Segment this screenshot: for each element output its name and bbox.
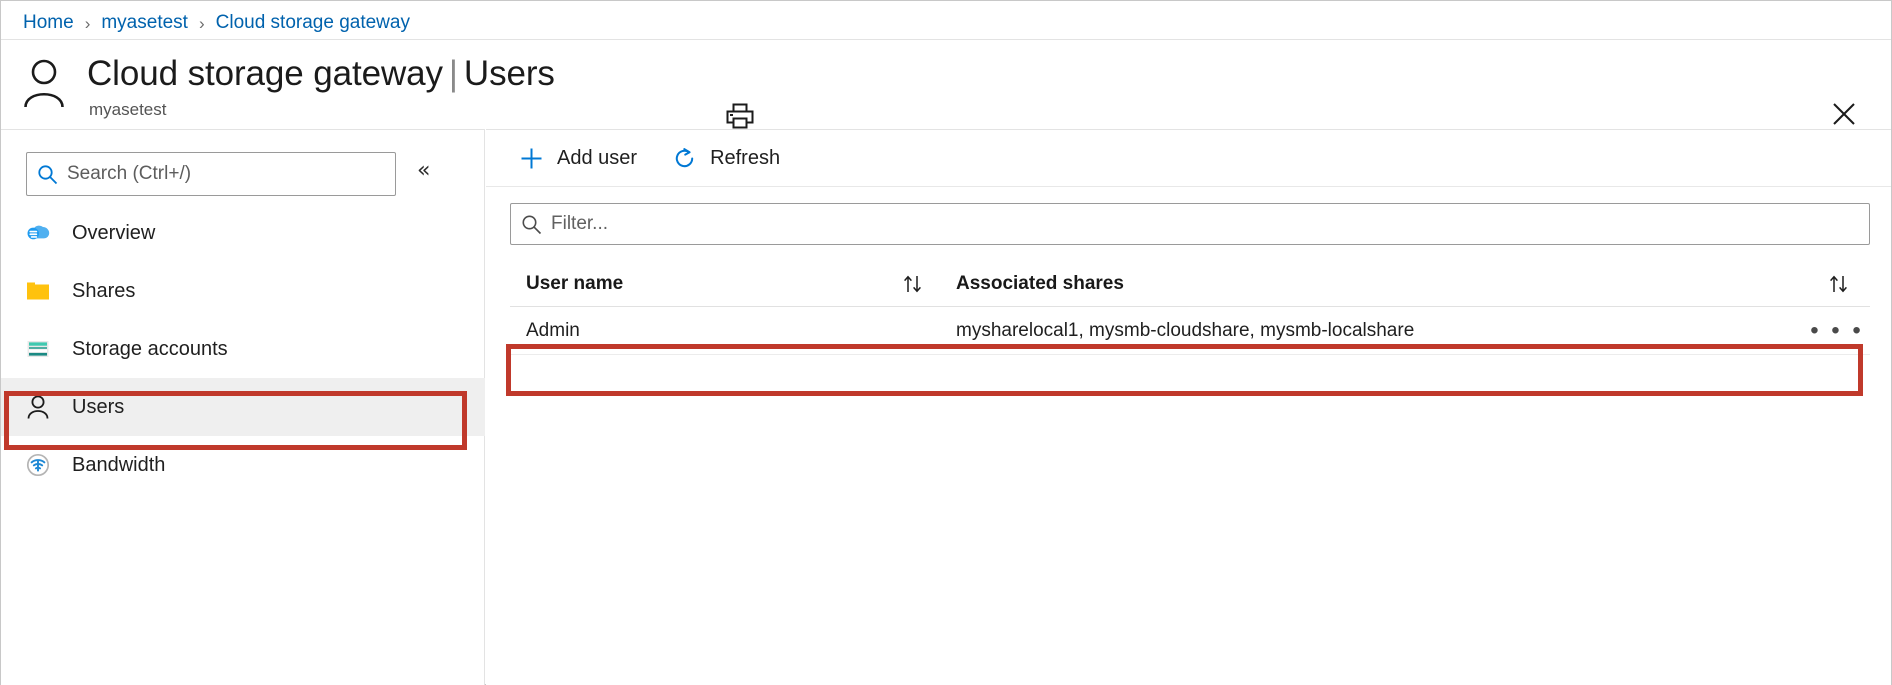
plus-icon — [518, 145, 544, 171]
sidebar-item-label: Storage accounts — [72, 337, 228, 360]
sidebar-item-users[interactable]: Users — [1, 378, 485, 436]
person-icon — [23, 392, 53, 422]
sidebar-item-storage-accounts[interactable]: Storage accounts — [1, 320, 485, 378]
breadcrumb-item-cloud-storage-gateway[interactable]: Cloud storage gateway — [216, 12, 410, 34]
sidebar-item-shares[interactable]: Shares — [1, 262, 485, 320]
sidebar-item-label: Shares — [72, 279, 136, 302]
sort-updown-icon — [900, 274, 926, 294]
users-table: User name Associated shares Admin myshar… — [510, 261, 1870, 355]
blade-header: Cloud storage gateway | Users myasetest — [1, 39, 1891, 129]
cell-associated-shares: mysharelocal1, mysmb-cloudshare, mysmb-l… — [956, 319, 1415, 341]
table-header-row: User name Associated shares — [510, 261, 1870, 307]
close-icon — [1831, 101, 1857, 132]
add-user-label: Add user — [557, 146, 638, 169]
search-icon — [521, 214, 542, 235]
command-bar: Add user Refresh — [486, 130, 1891, 187]
breadcrumb: Home › myasetest › Cloud storage gateway — [23, 7, 410, 39]
bandwidth-wifi-icon — [23, 450, 53, 480]
breadcrumb-item-myasetest[interactable]: myasetest — [101, 12, 188, 34]
sidebar-item-overview[interactable]: Overview — [1, 204, 485, 262]
sidebar-item-label: Overview — [72, 221, 156, 244]
cell-user-name: Admin — [526, 319, 580, 341]
sidebar-item-label: Users — [72, 395, 125, 418]
search-icon — [37, 164, 58, 185]
sidebar-item-label: Bandwidth — [72, 453, 166, 476]
breadcrumb-separator-icon: › — [84, 13, 91, 33]
table-row[interactable]: Admin mysharelocal1, mysmb-cloudshare, m… — [510, 307, 1870, 355]
blade-sidebar: Search (Ctrl+/) « Overview Shares Storag… — [1, 129, 485, 685]
ellipsis-icon: • • • — [1810, 316, 1864, 344]
collapse-sidebar-button[interactable]: « — [417, 160, 430, 182]
sidebar-item-bandwidth[interactable]: Bandwidth — [1, 436, 485, 494]
storage-stack-icon — [23, 334, 53, 364]
add-user-button[interactable]: Add user — [508, 138, 647, 178]
breadcrumb-item-home[interactable]: Home — [23, 12, 74, 34]
person-icon — [23, 58, 65, 108]
refresh-icon — [671, 145, 697, 171]
search-input[interactable]: Search (Ctrl+/) — [26, 152, 396, 196]
folder-icon — [23, 276, 53, 306]
page-title: Cloud storage gateway | Users — [87, 54, 555, 94]
column-header-user-name[interactable]: User name — [510, 273, 944, 295]
cloud-icon — [23, 218, 53, 248]
search-input-placeholder: Search (Ctrl+/) — [67, 163, 192, 184]
blade-content: Add user Refresh Filter... User name Ass… — [486, 129, 1891, 685]
filter-input-placeholder: Filter... — [551, 213, 609, 234]
sort-updown-icon — [1826, 274, 1852, 294]
page-subtitle: myasetest — [89, 100, 167, 119]
page-title-resource: Cloud storage gateway — [87, 54, 443, 93]
page-title-section: Users — [463, 54, 555, 93]
azure-portal-blade: Home › myasetest › Cloud storage gateway… — [0, 0, 1892, 685]
sidebar-nav-list: Overview Shares Storage accounts Users B… — [1, 204, 485, 494]
column-header-label: User name — [526, 272, 624, 294]
page-title-separator: | — [448, 54, 458, 93]
sidebar-search-row: Search (Ctrl+/) « — [1, 130, 485, 204]
refresh-label: Refresh — [710, 146, 781, 169]
column-header-associated-shares[interactable]: Associated shares — [944, 273, 1870, 295]
breadcrumb-separator-icon: › — [198, 13, 205, 33]
filter-input[interactable]: Filter... — [510, 203, 1870, 245]
refresh-button[interactable]: Refresh — [661, 138, 790, 178]
row-context-menu-button[interactable]: • • • — [1804, 316, 1870, 344]
column-header-label: Associated shares — [956, 272, 1124, 294]
